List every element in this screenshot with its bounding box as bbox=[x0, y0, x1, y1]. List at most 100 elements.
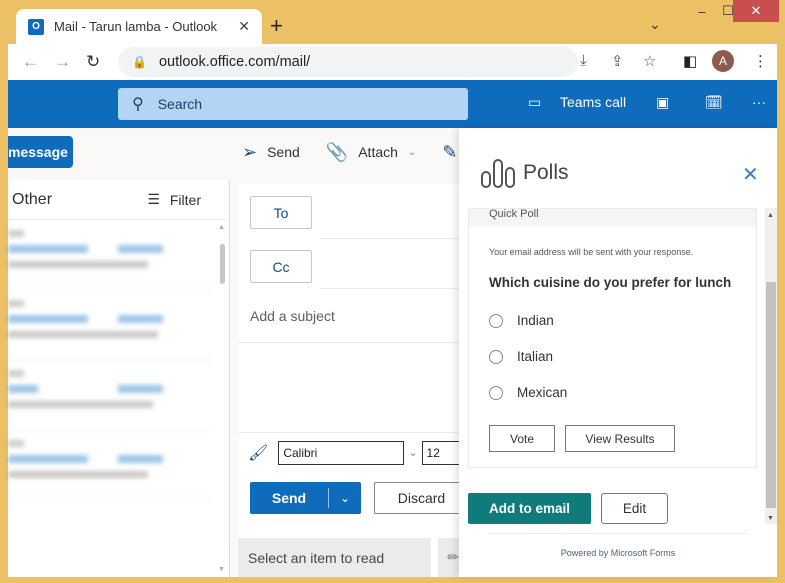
powered-by-link[interactable]: Powered by Microsoft Forms bbox=[459, 548, 777, 558]
send-button[interactable]: Send ⌄ bbox=[250, 482, 361, 514]
folder-tab-other[interactable]: Other bbox=[12, 191, 52, 209]
tab-close-icon[interactable]: ✕ bbox=[238, 18, 250, 35]
minimize-button[interactable]: – bbox=[688, 0, 716, 22]
cc-field-divider bbox=[320, 288, 463, 289]
new-message-button[interactable]: message bbox=[8, 136, 73, 168]
search-icon: ⚲ bbox=[132, 96, 144, 113]
address-bar[interactable]: 🔒 outlook.office.com/mail/ bbox=[118, 47, 578, 77]
vote-button[interactable]: Vote bbox=[489, 425, 555, 452]
list-item[interactable] bbox=[8, 430, 211, 500]
list-item[interactable] bbox=[8, 290, 211, 360]
send-options-chevron-icon[interactable]: ⌄ bbox=[329, 492, 361, 505]
message-list-scrollbar[interactable]: ▲ ▼ bbox=[215, 220, 229, 577]
scrollbar-thumb[interactable] bbox=[220, 244, 225, 284]
radio-button[interactable] bbox=[489, 349, 503, 364]
video-camera-icon[interactable]: ▭ bbox=[528, 94, 541, 111]
tab-strip: O Mail - Tarun lamba - Outlook ✕ + ⌄ – ☐… bbox=[6, 0, 779, 44]
message-list-pane: Other ☰ Filter ▲ ▼ bbox=[8, 180, 230, 577]
calendar-check-icon[interactable]: 🗓 bbox=[705, 94, 723, 111]
option-label: Indian bbox=[517, 313, 554, 328]
profile-avatar[interactable]: A bbox=[712, 50, 734, 72]
cc-button[interactable]: Cc bbox=[250, 250, 312, 283]
search-input[interactable]: ⚲ Search bbox=[118, 88, 468, 120]
polls-header: Polls bbox=[481, 158, 569, 188]
font-dropdown-chevron-icon[interactable]: ⌄ bbox=[408, 446, 417, 459]
format-painter-icon[interactable]: 🖌 bbox=[248, 443, 268, 463]
poll-question: Which cuisine do you prefer for lunch bbox=[489, 275, 732, 290]
polls-logo-icon bbox=[481, 159, 515, 188]
font-name-select[interactable]: Calibri bbox=[278, 440, 405, 465]
radio-button[interactable] bbox=[489, 313, 503, 328]
browser-tab-outlook[interactable]: O Mail - Tarun lamba - Outlook ✕ bbox=[16, 9, 262, 44]
new-message-label: message bbox=[8, 144, 68, 160]
attach-command[interactable]: 📎 Attach ⌄ bbox=[320, 142, 423, 163]
scrollbar-thumb[interactable] bbox=[766, 282, 776, 508]
view-results-button[interactable]: View Results bbox=[565, 425, 675, 452]
reading-pane-placeholder[interactable]: Select an item to read bbox=[238, 538, 431, 577]
edit-button[interactable]: Edit bbox=[601, 493, 668, 524]
message-list-header: Other ☰ Filter bbox=[8, 180, 229, 220]
window-close-button[interactable]: ✕ bbox=[733, 0, 779, 22]
compose-pane: To Cc Add a subject 🖌 Calibri ⌄ 12 bbox=[238, 184, 463, 577]
lock-icon: 🔒 bbox=[132, 55, 147, 69]
poll-option-italian[interactable]: Italian bbox=[489, 349, 553, 364]
list-item[interactable] bbox=[8, 360, 211, 430]
outlook-favicon-icon: O bbox=[28, 18, 44, 35]
formatting-toolbar: 🖌 Calibri ⌄ 12 bbox=[238, 432, 463, 472]
polls-pane: Polls ✕ Quick Poll Your email address wi… bbox=[459, 128, 777, 577]
privacy-notice: Your email address will be sent with you… bbox=[489, 247, 694, 257]
send-command-label: Send bbox=[267, 144, 300, 160]
list-item[interactable] bbox=[8, 220, 211, 290]
paperclip-icon: 📎 bbox=[325, 141, 349, 162]
back-icon[interactable]: ← bbox=[22, 52, 39, 72]
poll-option-indian[interactable]: Indian bbox=[489, 313, 554, 328]
teams-call-button[interactable]: Teams call bbox=[560, 94, 626, 110]
send-command[interactable]: ➢ Send bbox=[236, 142, 306, 163]
outlook-header: ⚲ Search ▭ Teams call ▣ 🗓 ··· bbox=[8, 80, 777, 128]
close-icon[interactable]: ✕ bbox=[742, 162, 759, 187]
polls-scrollbar[interactable]: ▲ ▼ bbox=[765, 208, 777, 524]
to-button[interactable]: To bbox=[250, 196, 312, 229]
send-icon: ➢ bbox=[242, 141, 258, 162]
to-field-divider bbox=[320, 238, 463, 239]
subject-divider bbox=[238, 342, 463, 343]
new-tab-button[interactable]: + bbox=[270, 13, 283, 39]
browser-window: O Mail - Tarun lamba - Outlook ✕ + ⌄ – ☐… bbox=[6, 0, 779, 577]
side-panel-icon[interactable]: ◧ bbox=[683, 52, 697, 70]
attach-chevron-icon: ⌄ bbox=[407, 146, 417, 158]
filter-button[interactable]: ☰ Filter bbox=[147, 191, 201, 208]
discard-button[interactable]: Discard bbox=[374, 482, 469, 514]
compose-command-bar: ➢ Send 📎 Attach ⌄ ✎ bbox=[236, 136, 463, 168]
font-size-select[interactable]: 12 bbox=[421, 440, 462, 465]
poll-card: Quick Poll Your email address will be se… bbox=[468, 208, 757, 468]
browser-toolbar: ← → ↻ 🔒 outlook.office.com/mail/ ⤓ ⇪ ☆ ◧… bbox=[8, 44, 777, 80]
install-app-icon[interactable]: ⤓ bbox=[580, 52, 587, 69]
scroll-up-icon[interactable]: ▲ bbox=[218, 224, 225, 231]
polls-title: Polls bbox=[523, 161, 569, 184]
option-label: Italian bbox=[517, 349, 554, 364]
browser-menu-icon[interactable]: ⋮ bbox=[753, 52, 768, 70]
attach-command-label: Attach bbox=[358, 144, 398, 160]
divider bbox=[489, 533, 747, 534]
search-placeholder: Search bbox=[157, 96, 203, 112]
option-label: Mexican bbox=[517, 385, 568, 400]
tab-search-chevron-icon[interactable]: ⌄ bbox=[649, 16, 661, 33]
bookmark-star-icon[interactable]: ☆ bbox=[643, 52, 656, 70]
scroll-down-icon[interactable]: ▼ bbox=[218, 566, 225, 573]
add-to-email-button[interactable]: Add to email bbox=[468, 493, 591, 524]
url-text: outlook.office.com/mail/ bbox=[158, 54, 311, 70]
signature-icon: ✎ bbox=[442, 141, 458, 162]
scroll-down-icon[interactable]: ▼ bbox=[767, 515, 774, 522]
filter-icon: ☰ bbox=[147, 191, 160, 207]
reload-icon[interactable]: ↻ bbox=[86, 52, 100, 72]
more-options-icon[interactable]: ··· bbox=[752, 94, 766, 110]
filter-label: Filter bbox=[169, 191, 201, 208]
onenote-icon[interactable]: ▣ bbox=[656, 94, 669, 111]
share-icon[interactable]: ⇪ bbox=[611, 52, 624, 70]
poll-option-mexican[interactable]: Mexican bbox=[489, 385, 567, 400]
forward-icon[interactable]: → bbox=[54, 52, 71, 72]
radio-button[interactable] bbox=[489, 385, 503, 400]
scroll-up-icon[interactable]: ▲ bbox=[767, 212, 774, 219]
send-button-label: Send bbox=[271, 490, 307, 506]
subject-input[interactable]: Add a subject bbox=[250, 308, 335, 324]
